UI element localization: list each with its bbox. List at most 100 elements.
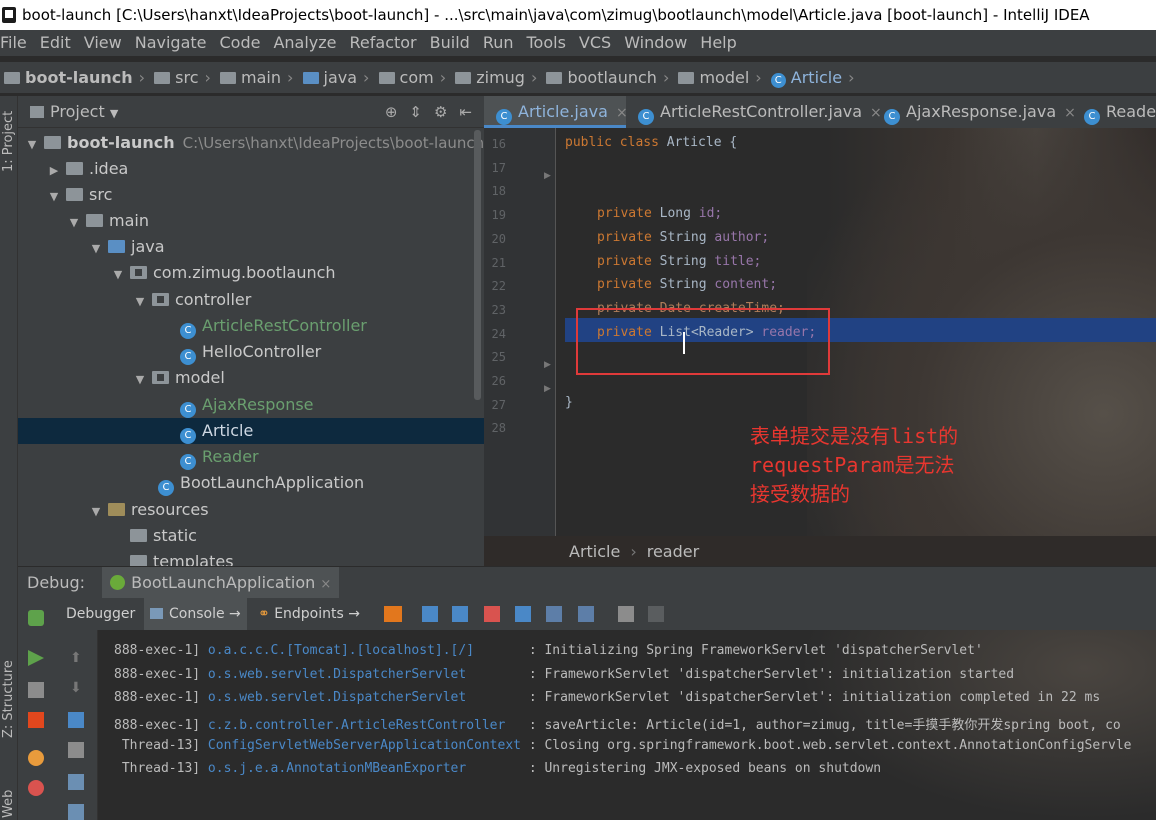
collapse-arrow-icon[interactable]: ▶ xyxy=(46,158,62,184)
force-step-into-icon[interactable] xyxy=(484,606,500,622)
pause-icon[interactable] xyxy=(28,682,44,698)
class-icon: C xyxy=(180,402,196,418)
tree-item-articlerestcontroller[interactable]: C ArticleRestController xyxy=(18,313,484,339)
arrow-down-icon[interactable]: ⬇ xyxy=(70,680,86,696)
run-to-cursor-icon[interactable] xyxy=(578,606,594,622)
fold-icon[interactable]: ▶ xyxy=(544,171,551,181)
menu-help[interactable]: Help xyxy=(700,30,736,56)
mute-breakpoints-icon[interactable] xyxy=(28,780,44,796)
tree-item-reader[interactable]: C Reader xyxy=(18,444,484,470)
fold-icon[interactable]: ▶ xyxy=(544,384,551,394)
tree-item-main[interactable]: ▼ main xyxy=(18,208,484,234)
crumb-com[interactable]: com › xyxy=(378,62,446,93)
menu-tools[interactable]: Tools xyxy=(527,30,566,56)
tab-endpoints[interactable]: ⚭ Endpoints → xyxy=(258,598,360,630)
editor-crumb-reader[interactable]: reader xyxy=(647,542,699,561)
expand-arrow-icon[interactable]: ▼ xyxy=(24,132,40,158)
stop-icon[interactable] xyxy=(28,712,44,728)
collapse-icon[interactable]: ⇕ xyxy=(409,103,422,121)
log-line: 888-exec-1] c.z.b.controller.ArticleRest… xyxy=(114,718,1121,733)
line-number: 28 xyxy=(491,421,506,435)
step-into-icon[interactable] xyxy=(452,606,468,622)
trace-icon[interactable] xyxy=(648,606,664,622)
menu-refactor[interactable]: Refactor xyxy=(350,30,417,56)
fold-icon[interactable]: ▶ xyxy=(544,360,551,370)
tree-item-resources[interactable]: ▼ resources xyxy=(18,497,484,523)
crumb-bootlaunch[interactable]: bootlaunch › xyxy=(546,62,669,93)
close-icon[interactable]: × xyxy=(320,577,331,592)
locate-icon[interactable]: ⊕ xyxy=(385,103,398,121)
expand-arrow-icon[interactable]: ▼ xyxy=(132,289,148,315)
print-icon[interactable] xyxy=(68,774,84,790)
tree-item-idea[interactable]: ▶ .idea xyxy=(18,156,484,182)
hide-icon[interactable]: ⇤ xyxy=(459,103,472,121)
crumb-zimug[interactable]: zimug › xyxy=(455,62,537,93)
tree-item-package-bootlaunch[interactable]: ▼ com.zimug.bootlaunch xyxy=(18,260,484,286)
step-out-icon[interactable] xyxy=(515,606,531,622)
menu-run[interactable]: Run xyxy=(483,30,514,56)
tab-console[interactable]: Console → xyxy=(144,598,247,630)
show-execution-point-icon[interactable] xyxy=(384,606,402,622)
drop-frame-icon[interactable] xyxy=(546,606,562,622)
step-over-icon[interactable] xyxy=(422,606,438,622)
tab-article-java[interactable]: C Article.java × xyxy=(484,96,628,128)
crumb-boot-launch[interactable]: boot-launch › xyxy=(4,62,145,93)
menu-view[interactable]: View xyxy=(84,30,122,56)
expand-arrow-icon[interactable]: ▼ xyxy=(88,236,104,262)
gear-icon[interactable]: ⚙ xyxy=(434,103,447,121)
web-tool-label[interactable]: Web xyxy=(1,790,16,818)
tree-item-boot-launch[interactable]: ▼ boot-launch C:\Users\hanxt\IdeaProjects\… xyxy=(18,130,484,156)
evaluate-expression-icon[interactable] xyxy=(618,606,634,622)
tree-item-model[interactable]: ▼ model xyxy=(18,365,484,391)
tree-item-templates[interactable]: templates xyxy=(18,549,484,566)
crumb-src[interactable]: src › xyxy=(154,62,211,93)
menu-edit[interactable]: Edit xyxy=(40,30,71,56)
project-scrollbar[interactable] xyxy=(474,130,481,400)
project-view-dropdown[interactable]: Project xyxy=(50,102,105,121)
expand-arrow-icon[interactable]: ▼ xyxy=(132,367,148,393)
editor-crumb-article[interactable]: Article xyxy=(569,542,620,561)
menu-vcs[interactable]: VCS xyxy=(579,30,611,56)
menu-file[interactable]: File xyxy=(0,30,27,56)
tree-item-hellocontroller[interactable]: C HelloController xyxy=(18,339,484,365)
tree-item-java[interactable]: ▼ java xyxy=(18,234,484,260)
tree-item-controller[interactable]: ▼ controller xyxy=(18,287,484,313)
menu-navigate[interactable]: Navigate xyxy=(135,30,207,56)
soft-wrap-icon[interactable] xyxy=(68,712,84,728)
line-number: 21 xyxy=(491,256,506,270)
debug-session-tab[interactable]: BootLaunchApplication × xyxy=(102,567,340,601)
crumb-java[interactable]: java › xyxy=(302,62,369,93)
expand-arrow-icon[interactable]: ▼ xyxy=(88,499,104,525)
structure-tool-label[interactable]: Z: Structure xyxy=(1,660,16,738)
tree-item-bootlaunchapplication[interactable]: C BootLaunchApplication xyxy=(18,470,484,496)
menu-code[interactable]: Code xyxy=(220,30,261,56)
tree-item-article[interactable]: C Article xyxy=(18,418,484,444)
menu-analyze[interactable]: Analyze xyxy=(273,30,336,56)
scroll-to-end-icon[interactable] xyxy=(68,742,84,758)
tab-ajaxresponse-java[interactable]: C AjaxResponse.java × xyxy=(872,96,1084,128)
clear-all-icon[interactable] xyxy=(68,804,84,820)
expand-arrow-icon[interactable]: ▼ xyxy=(66,210,82,236)
log-line: 888-exec-1] o.s.web.servlet.DispatcherSe… xyxy=(114,690,1101,705)
tree-item-static[interactable]: static xyxy=(18,523,484,549)
line-number: 16 xyxy=(491,137,506,151)
editor-breadcrumb: Article › reader xyxy=(484,536,1156,568)
expand-arrow-icon[interactable]: ▼ xyxy=(110,262,126,288)
crumb-article[interactable]: C Article › xyxy=(770,62,855,93)
rerun-icon[interactable] xyxy=(28,610,44,626)
tree-item-src[interactable]: ▼ src xyxy=(18,182,484,208)
menu-window[interactable]: Window xyxy=(624,30,687,56)
expand-arrow-icon[interactable]: ▼ xyxy=(46,184,62,210)
tab-reader[interactable]: CReader xyxy=(1072,96,1156,128)
menu-build[interactable]: Build xyxy=(430,30,470,56)
tab-articlerestcontroller-java[interactable]: C ArticleRestController.java × xyxy=(626,96,884,128)
console-output[interactable]: 888-exec-1] o.a.c.c.C.[Tomcat].[localhos… xyxy=(98,630,1156,820)
tree-item-ajaxresponse[interactable]: C AjaxResponse xyxy=(18,392,484,418)
resume-icon[interactable] xyxy=(28,650,44,666)
project-tool-button[interactable]: 1: Project xyxy=(1,111,16,172)
crumb-model[interactable]: model › xyxy=(678,62,762,93)
tab-debugger[interactable]: Debugger xyxy=(66,598,135,630)
arrow-up-icon[interactable]: ⬆ xyxy=(70,650,86,666)
view-breakpoints-icon[interactable] xyxy=(28,750,44,766)
crumb-main[interactable]: main › xyxy=(220,62,293,93)
